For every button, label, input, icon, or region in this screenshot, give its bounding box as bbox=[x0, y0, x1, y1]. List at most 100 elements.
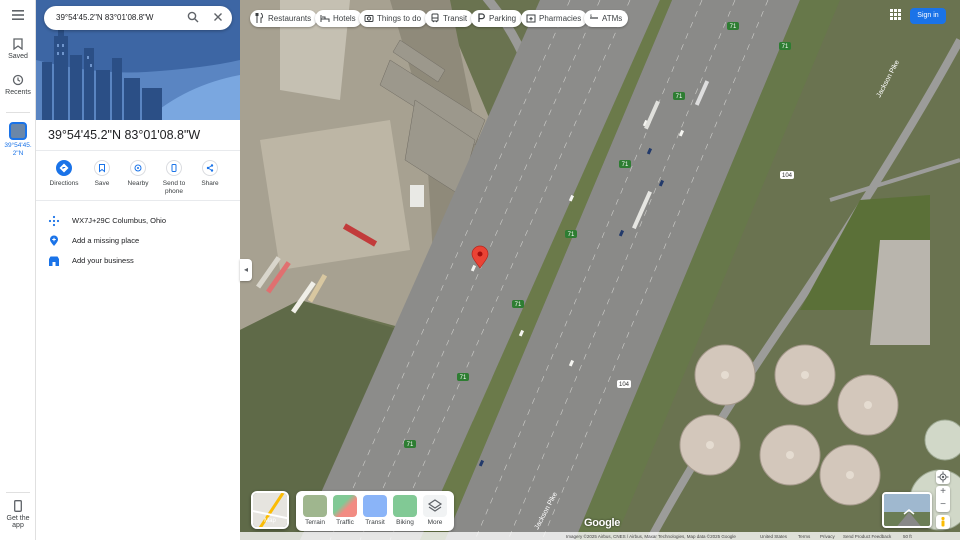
recents-label: Recents bbox=[5, 89, 31, 96]
route-71-shield: 71 bbox=[457, 373, 469, 381]
country-link[interactable]: United States bbox=[760, 534, 787, 539]
route-71-shield: 71 bbox=[727, 22, 739, 30]
route-71-label: 71 bbox=[782, 44, 789, 50]
google-logo: Google bbox=[584, 517, 621, 529]
svg-text:$: $ bbox=[590, 14, 592, 18]
traffic-icon bbox=[333, 495, 357, 517]
feedback-link[interactable]: Send Product Feedback bbox=[843, 534, 891, 539]
street-view-pegman[interactable] bbox=[936, 515, 950, 529]
hamburger-menu-icon bbox=[12, 10, 24, 20]
satellite-map[interactable]: 71 71 71 71 71 71 71 71 104 104 Jackson … bbox=[240, 0, 960, 540]
bookmark-icon bbox=[94, 160, 110, 176]
route-71-label: 71 bbox=[515, 302, 522, 308]
route-104-shield: 104 bbox=[617, 380, 631, 388]
chip-atms[interactable]: $ ATMs bbox=[584, 10, 629, 27]
divider bbox=[36, 150, 240, 151]
scale-label[interactable]: 50 ft bbox=[903, 534, 912, 539]
add-missing-place-row[interactable]: Add a missing place bbox=[48, 233, 234, 249]
share-button[interactable]: Share bbox=[192, 160, 228, 188]
bike-icon bbox=[393, 495, 417, 517]
route-71-label: 71 bbox=[730, 24, 737, 30]
zoom-controls: + − bbox=[936, 486, 950, 512]
plus-code-text: WX7J+29C Columbus, Ohio bbox=[72, 216, 166, 225]
layer-more[interactable]: More bbox=[422, 495, 448, 526]
chip-pharmacies[interactable]: Pharmacies bbox=[521, 10, 588, 27]
get-app-button[interactable]: Get the app bbox=[0, 500, 36, 529]
place-panel: 39°54'45.2"N 83°01'08.8"W 39°54'45.2"N 8… bbox=[36, 0, 240, 540]
layer-biking[interactable]: Biking bbox=[392, 495, 418, 526]
recent-place-button[interactable]: 39°54'45. 2"N bbox=[0, 122, 36, 158]
save-button[interactable]: Save bbox=[84, 160, 120, 188]
layer-traffic[interactable]: Traffic bbox=[332, 495, 358, 526]
street-view-preview bbox=[884, 494, 930, 526]
route-71-shield: 71 bbox=[779, 42, 791, 50]
layer-options-panel: Terrain Traffic Transit Biking More bbox=[296, 491, 454, 531]
layer-terrain[interactable]: Terrain bbox=[302, 495, 328, 526]
sign-in-button[interactable]: Sign in bbox=[910, 8, 946, 24]
plus-code-row[interactable]: WX7J+29C Columbus, Ohio bbox=[48, 213, 234, 229]
chip-label: Parking bbox=[489, 14, 517, 23]
chip-label: Restaurants bbox=[268, 14, 312, 23]
chip-transit[interactable]: Transit bbox=[425, 10, 474, 27]
menu-button[interactable] bbox=[0, 10, 36, 28]
street-view-thumbnail[interactable] bbox=[882, 492, 932, 528]
phone-label: phone bbox=[164, 188, 184, 195]
saved-button[interactable]: Saved bbox=[0, 38, 36, 60]
satellite-imagery: 71 71 71 71 71 71 71 71 104 104 Jackson … bbox=[240, 0, 960, 540]
chip-hotels[interactable]: Hotels bbox=[315, 10, 362, 27]
chip-label: Pharmacies bbox=[539, 14, 582, 23]
route-71-label: 71 bbox=[407, 442, 414, 448]
chip-label: Hotels bbox=[333, 14, 356, 23]
send-to-phone-button[interactable]: Send to phone bbox=[156, 160, 192, 196]
map-layer-toggle[interactable]: Map bbox=[251, 491, 289, 529]
route-71-shield: 71 bbox=[565, 230, 577, 238]
apps-grid-icon[interactable] bbox=[890, 9, 901, 20]
route-71-shield: 71 bbox=[673, 92, 685, 100]
send-to-label: Send to bbox=[162, 180, 186, 187]
close-icon[interactable] bbox=[212, 11, 224, 23]
add-business-row[interactable]: Add your business bbox=[48, 253, 234, 269]
pegman-icon bbox=[941, 516, 945, 527]
chip-label: Things to do bbox=[377, 14, 422, 23]
save-label: Save bbox=[94, 180, 110, 187]
left-rail: Saved Recents 39°54'45. 2"N Get the app bbox=[0, 0, 36, 540]
layer-transit[interactable]: Transit bbox=[362, 495, 388, 526]
terrain-icon bbox=[303, 495, 327, 517]
layers-icon bbox=[423, 495, 447, 517]
search-icon[interactable] bbox=[187, 11, 199, 23]
chip-things-to-do[interactable]: Things to do bbox=[359, 10, 428, 27]
train-icon bbox=[431, 13, 439, 23]
route-104-shield: 104 bbox=[780, 171, 794, 179]
zoom-out-button[interactable]: − bbox=[936, 499, 950, 512]
chevron-left-icon: ◂ bbox=[243, 265, 248, 274]
share-label: Share bbox=[201, 180, 219, 187]
map-footer: Imagery ©2025 Airbus, CNES / Airbus, Max… bbox=[240, 532, 960, 540]
directions-button[interactable]: Directions bbox=[46, 160, 82, 188]
privacy-link[interactable]: Privacy bbox=[820, 534, 835, 539]
zoom-in-button[interactable]: + bbox=[936, 486, 950, 499]
layer-label: Transit bbox=[365, 519, 385, 526]
map-layer-label: Map bbox=[264, 518, 276, 524]
chip-restaurants[interactable]: Restaurants bbox=[250, 10, 318, 27]
phone-icon bbox=[166, 160, 182, 176]
route-71-label: 71 bbox=[460, 375, 467, 381]
terms-link[interactable]: Terms bbox=[798, 534, 810, 539]
parking-icon bbox=[478, 13, 485, 22]
nearby-icon bbox=[130, 160, 146, 176]
divider bbox=[36, 200, 240, 201]
search-box[interactable]: 39°54'45.2"N 83°01'08.8"W bbox=[44, 6, 232, 30]
recents-button[interactable]: Recents bbox=[0, 74, 36, 96]
pharmacy-icon bbox=[526, 14, 536, 23]
directions-label: Directions bbox=[49, 180, 79, 187]
route-71-label: 71 bbox=[568, 232, 575, 238]
search-input[interactable]: 39°54'45.2"N 83°01'08.8"W bbox=[56, 13, 153, 22]
imagery-attribution: Imagery ©2025 Airbus, CNES / Airbus, Max… bbox=[566, 534, 736, 539]
phone-icon bbox=[14, 500, 22, 512]
nearby-button[interactable]: Nearby bbox=[120, 160, 156, 188]
chip-parking[interactable]: Parking bbox=[471, 10, 523, 27]
get-app-label-1: Get the bbox=[6, 515, 30, 522]
recent-place-label-1: 39°54'45. bbox=[4, 142, 32, 149]
collapse-panel-button[interactable]: ◂ bbox=[240, 259, 252, 281]
layer-label: Terrain bbox=[305, 519, 325, 526]
my-location-button[interactable] bbox=[936, 470, 950, 484]
